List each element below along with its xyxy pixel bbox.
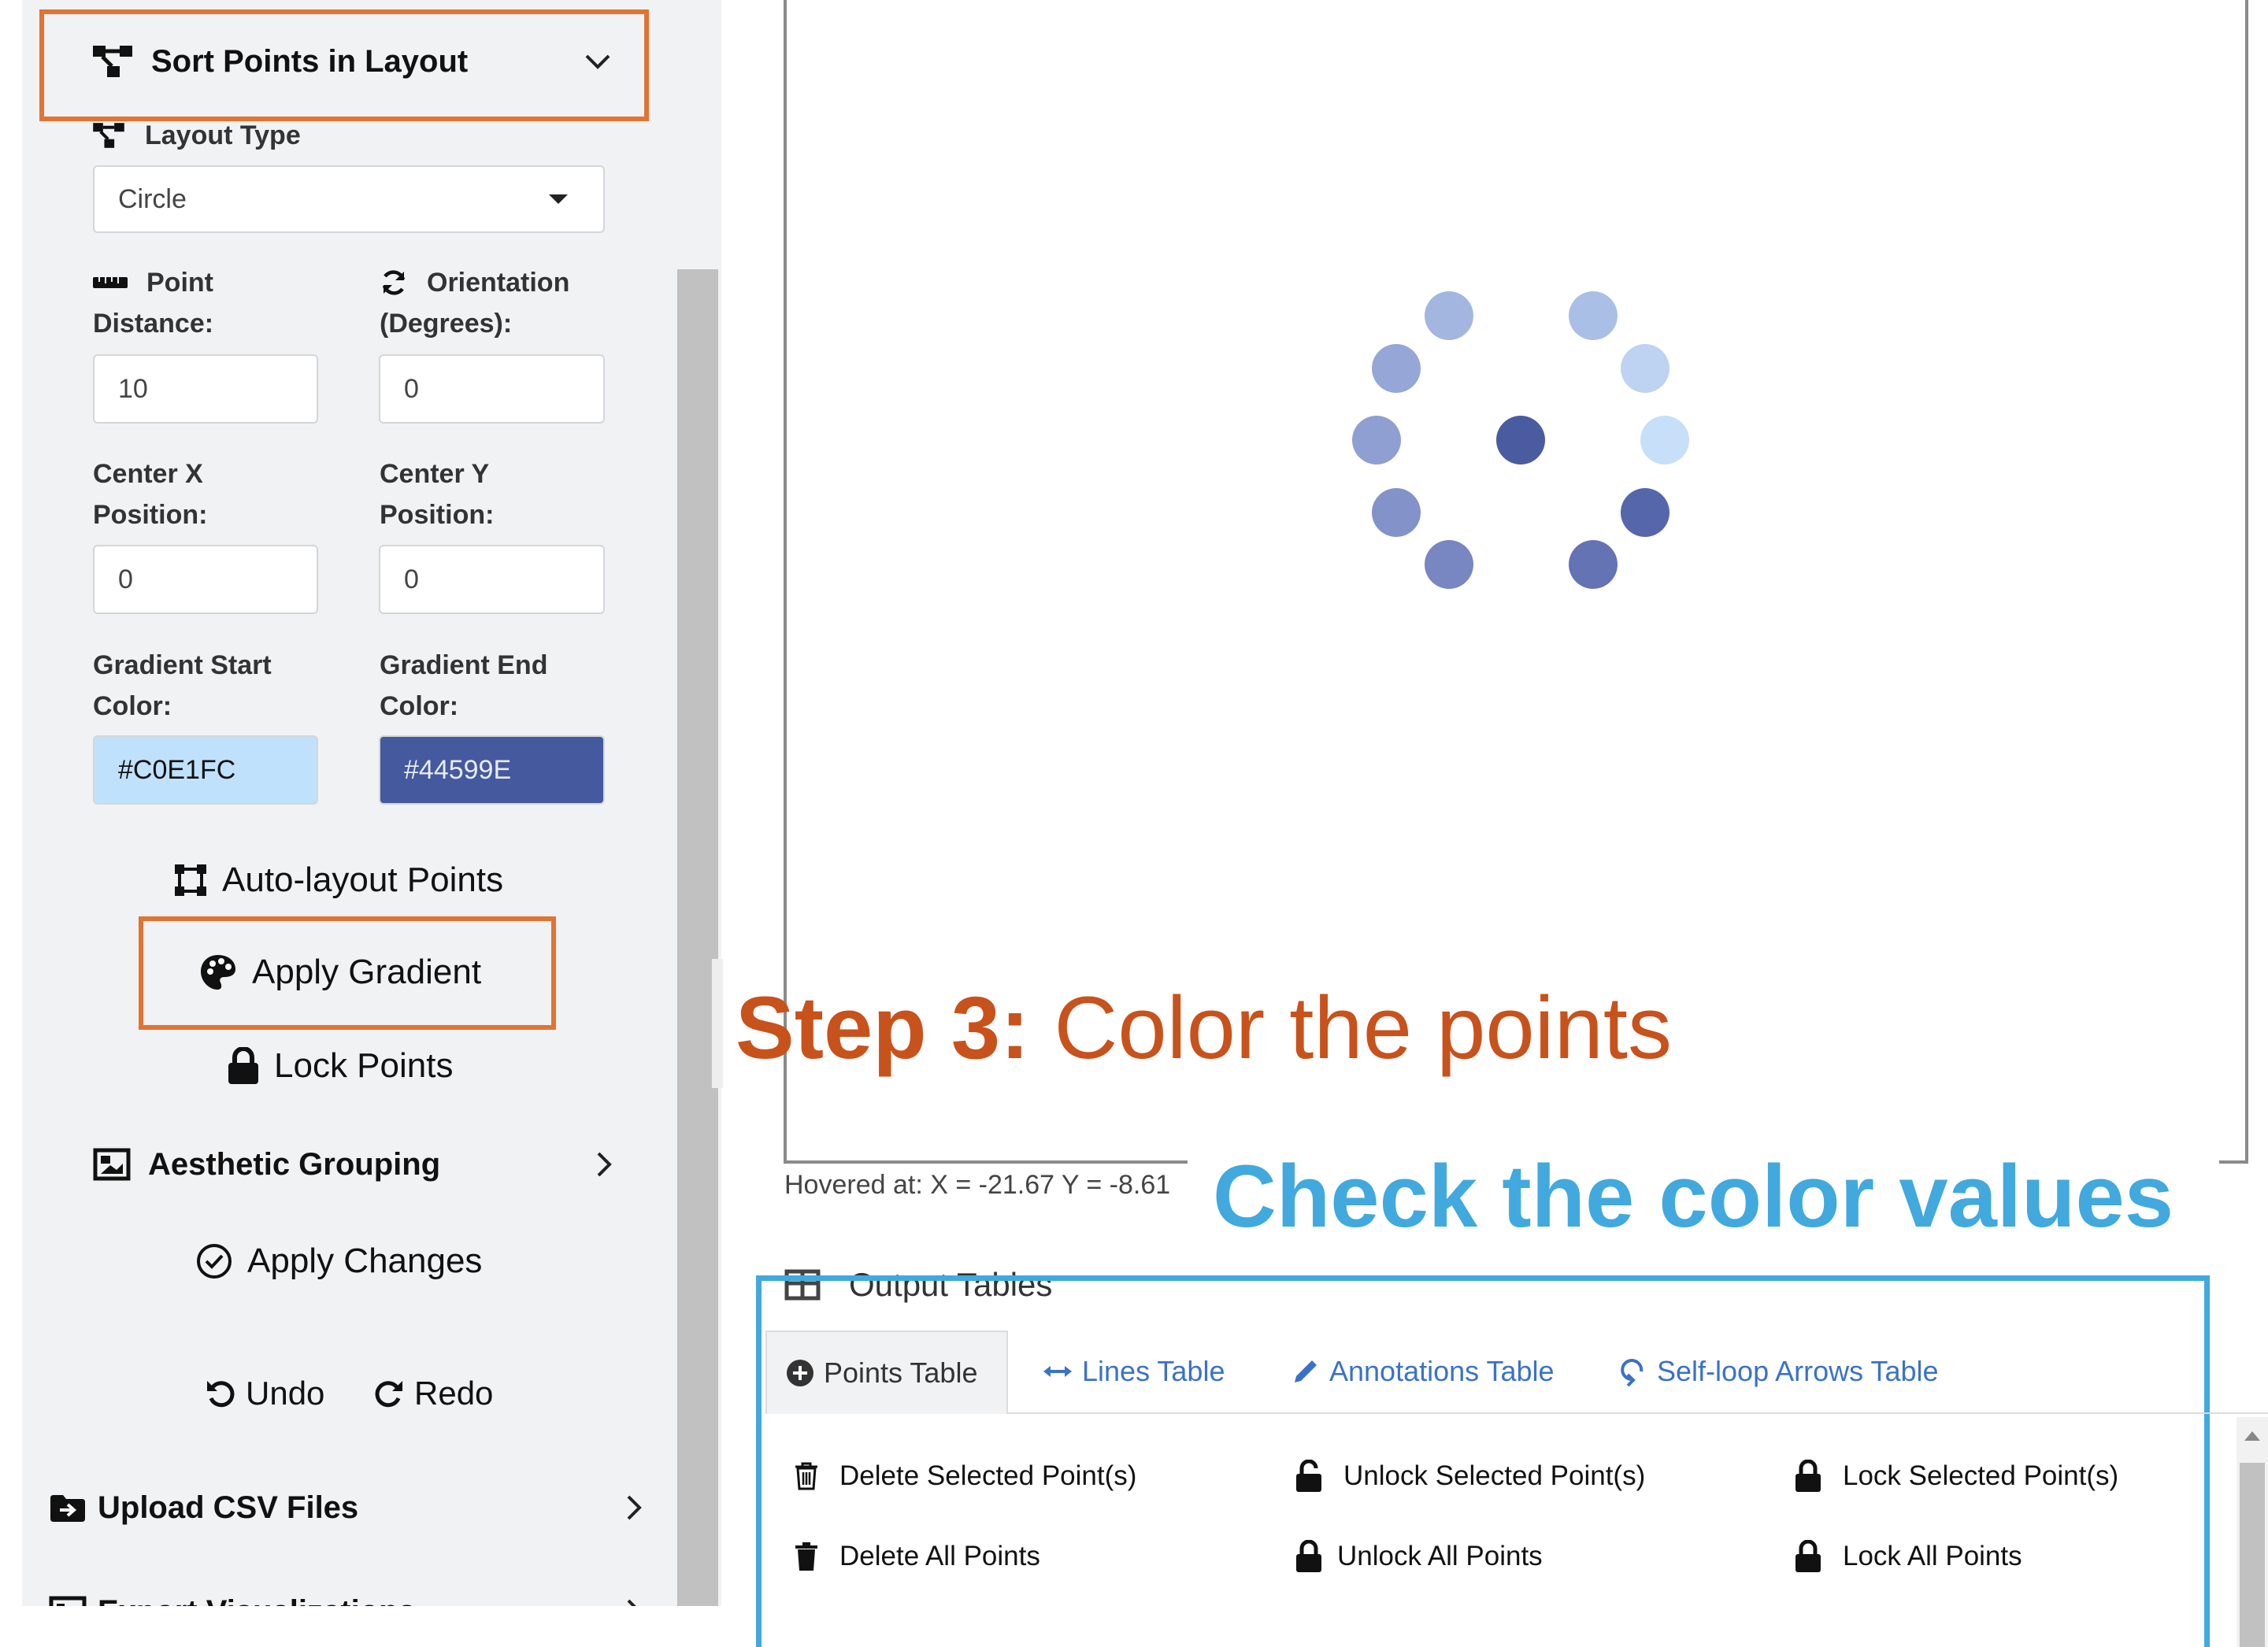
trash-icon xyxy=(794,1542,819,1571)
rotate-icon xyxy=(380,268,408,297)
loop-arrow-icon xyxy=(1619,1356,1647,1387)
ruler-icon xyxy=(93,276,128,290)
layout-type-select[interactable]: Circle xyxy=(93,165,605,233)
hovered-readout: Hovered at: X = -21.67 Y = -8.61 xyxy=(784,1170,1171,1200)
upload-csv-section[interactable]: Upload CSV Files xyxy=(49,1483,643,1532)
tab-annotations-table[interactable]: Annotations Table xyxy=(1292,1351,1555,1392)
lock-icon xyxy=(227,1047,260,1085)
export-section-clip: Export Visualizations xyxy=(49,1582,647,1606)
redo-button[interactable]: Redo xyxy=(373,1368,493,1419)
redo-icon xyxy=(373,1378,405,1409)
vector-square-icon xyxy=(173,863,208,898)
plot-point[interactable] xyxy=(1640,416,1689,464)
delete-all-points-button[interactable]: Delete All Points xyxy=(794,1537,1040,1576)
gradient-start-input[interactable]: #C0E1FC xyxy=(93,735,318,805)
scroll-up-arrow-icon[interactable] xyxy=(2244,1431,2260,1441)
center-x-label: Center X Position: xyxy=(93,459,208,530)
gradient-end-input[interactable]: #44599E xyxy=(379,735,605,805)
step3-label: Step 3: xyxy=(736,979,1030,1077)
orientation-label: Orientation (Degrees): xyxy=(380,268,570,339)
chevron-right-icon xyxy=(625,1494,643,1521)
file-import-icon xyxy=(49,1492,87,1523)
lock-icon xyxy=(1794,1460,1822,1493)
tab-lines-table[interactable]: Lines Table xyxy=(1043,1351,1225,1392)
plus-circle-icon xyxy=(786,1359,814,1387)
center-x-input[interactable]: 0 xyxy=(93,545,318,614)
undo-icon xyxy=(205,1378,236,1409)
gradient-end-label: Gradient End Color: xyxy=(380,650,548,721)
point-distance-label: Point Distance: xyxy=(93,268,214,339)
lock-icon xyxy=(1295,1540,1323,1573)
plot-point[interactable] xyxy=(1621,343,1670,393)
unlock-all-points-button[interactable]: Unlock All Points xyxy=(1295,1537,1543,1576)
lock-selected-points-button[interactable]: Lock Selected Point(s) xyxy=(1794,1456,2118,1496)
layout-type-value: Circle xyxy=(118,183,187,214)
chevron-right-icon xyxy=(625,1598,643,1606)
undo-button[interactable]: Undo xyxy=(205,1368,324,1419)
point-distance-input[interactable]: 10 xyxy=(93,354,318,424)
section-title: Sort Points in Layout xyxy=(151,43,469,79)
aesthetic-grouping-section[interactable]: Aesthetic Grouping xyxy=(93,1140,613,1189)
plot-point[interactable] xyxy=(1568,291,1618,340)
trash-outline-icon xyxy=(794,1461,819,1491)
orientation-input[interactable]: 0 xyxy=(379,354,605,424)
apply-changes-button[interactable]: Apply Changes xyxy=(195,1236,482,1286)
apply-gradient-button[interactable]: Apply Gradient xyxy=(198,947,481,997)
scrollbar-thumb[interactable] xyxy=(2240,1463,2265,1647)
center-y-input[interactable]: 0 xyxy=(379,545,605,614)
chevron-right-icon xyxy=(595,1151,613,1178)
main-scrollbar[interactable] xyxy=(2236,1417,2268,1647)
unlock-icon xyxy=(1295,1460,1323,1493)
check-color-annotation: Check the color values xyxy=(1213,1147,2174,1245)
step3-text: Color the points xyxy=(1054,979,1672,1077)
auto-layout-button[interactable]: Auto-layout Points xyxy=(173,855,503,905)
check-circle-icon xyxy=(195,1242,233,1280)
tab-self-loop-arrows-table[interactable]: Self-loop Arrows Table xyxy=(1619,1351,1939,1392)
plot-point[interactable] xyxy=(1424,291,1473,340)
sidebar-scrollbar[interactable] xyxy=(677,269,718,1606)
plot-point[interactable] xyxy=(1568,540,1618,590)
lock-points-button[interactable]: Lock Points xyxy=(227,1041,453,1091)
panel-divider[interactable] xyxy=(712,959,723,1088)
palette-icon xyxy=(198,953,238,992)
lock-all-points-button[interactable]: Lock All Points xyxy=(1794,1537,2022,1576)
gradient-start-label: Gradient Start Color: xyxy=(93,650,272,721)
center-y-label: Center Y Position: xyxy=(380,459,495,530)
plot-point[interactable] xyxy=(1424,540,1473,590)
sort-points-section-header[interactable]: Sort Points in Layout xyxy=(91,36,611,87)
export-section[interactable]: Export Visualizations xyxy=(49,1587,643,1606)
plot-point[interactable] xyxy=(1371,487,1421,537)
lock-icon xyxy=(1794,1540,1822,1573)
layout-type-text: Layout Type xyxy=(145,120,301,150)
image-icon xyxy=(93,1148,131,1181)
pencil-icon xyxy=(1292,1357,1320,1386)
network-icon xyxy=(91,43,134,80)
layout-type-label: Layout Type xyxy=(91,115,301,156)
arrows-horizontal-icon xyxy=(1043,1364,1073,1379)
plot-point[interactable] xyxy=(1621,487,1670,537)
tab-points-table[interactable]: Points Table xyxy=(765,1331,1008,1414)
caret-down-icon xyxy=(548,193,569,205)
network-icon xyxy=(91,120,126,150)
plot-point[interactable] xyxy=(1371,343,1421,393)
step3-annotation: Step 3: Color the points xyxy=(736,973,1672,1083)
chevron-down-icon[interactable] xyxy=(584,53,611,70)
plot-point-center[interactable] xyxy=(1496,416,1545,464)
plot-point[interactable] xyxy=(1352,416,1401,464)
unlock-selected-points-button[interactable]: Unlock Selected Point(s) xyxy=(1295,1456,1645,1496)
file-export-icon xyxy=(49,1596,87,1606)
delete-selected-points-button[interactable]: Delete Selected Point(s) xyxy=(794,1456,1136,1496)
